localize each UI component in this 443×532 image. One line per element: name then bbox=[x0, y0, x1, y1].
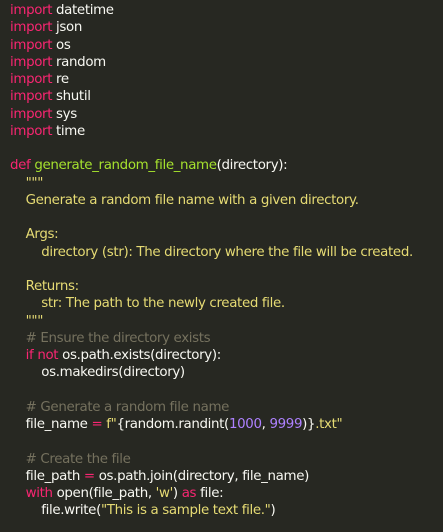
keyword-token: import bbox=[10, 37, 53, 53]
code-line: # Create the file bbox=[10, 451, 413, 468]
code-token: ) bbox=[172, 486, 182, 501]
code-line: Args: bbox=[10, 226, 413, 243]
keyword-token: import bbox=[10, 89, 53, 105]
code-line: file.write("This is a sample text file."… bbox=[10, 502, 413, 519]
string-token: f" bbox=[106, 417, 117, 432]
keyword-token: import bbox=[10, 106, 53, 122]
string-token: Generate a random file name with a given… bbox=[10, 192, 359, 208]
code-line: file_path = os.path.join(directory, file… bbox=[10, 468, 413, 485]
code-line: import sys bbox=[10, 106, 413, 123]
code-token: sys bbox=[52, 106, 77, 122]
code-line: import random bbox=[10, 54, 413, 71]
string-token: Args: bbox=[10, 227, 59, 243]
string-token: directory (str): The directory where the… bbox=[10, 244, 413, 260]
keyword-token: = bbox=[91, 417, 103, 432]
code-line: # Generate a random file name bbox=[10, 399, 413, 416]
string-token: """ bbox=[10, 313, 44, 329]
code-token: os.path.join(directory, file_name) bbox=[94, 468, 310, 484]
keyword-token: import bbox=[10, 54, 53, 70]
comment-token: # Ensure the directory exists bbox=[10, 330, 211, 346]
code-token: {random.randint( bbox=[116, 417, 229, 432]
string-token: str: The path to the newly created file. bbox=[10, 296, 285, 312]
number-token: 9999 bbox=[269, 417, 303, 432]
code-token: open(file_path, bbox=[52, 486, 156, 501]
code-line: import json bbox=[10, 19, 413, 36]
keyword-token: = bbox=[83, 468, 95, 484]
number-token: 1000 bbox=[228, 417, 262, 432]
code-token: os bbox=[52, 37, 71, 53]
code-line: import os bbox=[10, 37, 413, 54]
function-name-token: generate_random_file_name bbox=[34, 158, 217, 174]
code-token: re bbox=[52, 72, 69, 87]
code-line: directory (str): The directory where the… bbox=[10, 244, 413, 261]
keyword-token: import bbox=[10, 123, 53, 139]
code-token: file_path bbox=[10, 468, 84, 484]
code-editor[interactable]: import datetime import json import os impor… bbox=[0, 0, 443, 532]
code-text-area[interactable]: import datetime import json import os impor… bbox=[10, 2, 413, 532]
code-line: """ bbox=[10, 313, 413, 330]
code-line: Returns: bbox=[10, 278, 413, 295]
code-line: import re bbox=[10, 71, 413, 88]
code-token: file.write( bbox=[10, 503, 101, 519]
string-token: .txt" bbox=[315, 417, 343, 432]
code-token: os.path.exists(directory): bbox=[58, 348, 221, 363]
string-token: """ bbox=[10, 175, 44, 191]
keyword-token: with bbox=[25, 486, 53, 501]
comment-token: # Create the file bbox=[10, 451, 131, 467]
code-token: json bbox=[52, 20, 83, 36]
code-token: datetime bbox=[52, 3, 114, 18]
code-line: import datetime bbox=[10, 2, 413, 19]
code-line: str: The path to the newly created file. bbox=[10, 295, 413, 312]
keyword-token: def bbox=[10, 158, 31, 174]
code-token: random bbox=[52, 54, 106, 70]
code-token: time bbox=[52, 123, 85, 139]
string-token: "This is a sample text file." bbox=[100, 503, 271, 519]
string-token: 'w' bbox=[155, 486, 174, 501]
code-token: file_name bbox=[10, 417, 92, 432]
code-line: if not os.path.exists(directory): bbox=[10, 347, 413, 364]
code-line: """ bbox=[10, 175, 413, 192]
code-token: (directory): bbox=[216, 158, 288, 174]
code-line: # Ensure the directory exists bbox=[10, 330, 413, 347]
code-line: import shutil bbox=[10, 88, 413, 105]
code-line: import time bbox=[10, 123, 413, 140]
code-token: shutil bbox=[52, 89, 91, 105]
code-token: )} bbox=[302, 417, 316, 432]
code-line: file_name = f"{random.randint(1000, 9999… bbox=[10, 416, 413, 433]
code-line: with open(file_path, 'w') as file: bbox=[10, 485, 413, 502]
code-token: os.makedirs(directory) bbox=[10, 365, 185, 381]
keyword-token: import bbox=[10, 72, 53, 87]
code-line: Generate a random file name with a given… bbox=[10, 192, 413, 209]
code-token: file: bbox=[196, 486, 224, 501]
keyword-token: as bbox=[181, 486, 197, 501]
keyword-token: not bbox=[37, 348, 59, 363]
keyword-token: import bbox=[10, 20, 53, 36]
string-token: Returns: bbox=[10, 279, 79, 294]
code-line: def generate_random_file_name(directory)… bbox=[10, 157, 413, 174]
code-line: os.makedirs(directory) bbox=[10, 364, 413, 381]
code-token: ) bbox=[270, 503, 276, 519]
comment-token: # Generate a random file name bbox=[10, 399, 230, 415]
keyword-token: import bbox=[10, 3, 53, 18]
